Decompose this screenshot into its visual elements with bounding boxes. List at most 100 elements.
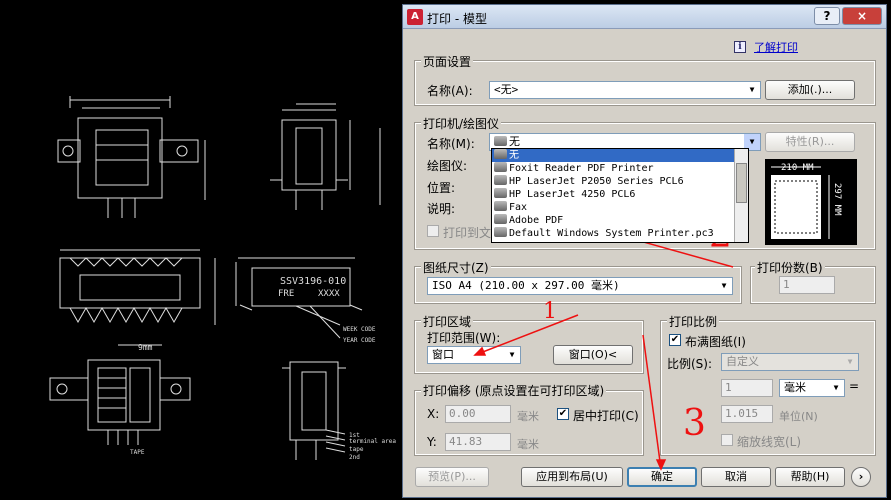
properties-button[interactable]: 特性(R)... <box>765 132 855 152</box>
list-item[interactable]: Foxit Reader PDF Printer <box>492 162 748 175</box>
print-dialog: A 打印 - 模型 ? × i 了解打印 页面设置 名称(A): <无> ▼ 添加… <box>402 4 887 498</box>
x-offset-input[interactable]: 0.00 <box>445 405 511 423</box>
printer-icon <box>494 136 507 146</box>
svg-text:tape: tape <box>349 446 364 453</box>
printer-icon <box>494 175 507 185</box>
svg-text:XXXX: XXXX <box>318 289 340 299</box>
svg-text:terminal area: terminal area <box>349 438 396 445</box>
svg-text:9mm: 9mm <box>138 343 153 352</box>
copies-spinner[interactable]: 1 <box>779 276 835 294</box>
chevron-down-icon: ▼ <box>721 281 727 290</box>
cad-part-number: SSV3196-010 <box>280 276 346 287</box>
scale-lineweights-checkbox[interactable] <box>721 434 733 446</box>
title-bar: A 打印 - 模型 ? × <box>403 5 886 29</box>
plot-offset-label: 打印偏移 (原点设置在可打印区域) <box>421 382 607 399</box>
chevron-down-icon: ▼ <box>749 85 755 94</box>
scale-value1-input[interactable]: 1 <box>721 379 773 397</box>
list-item[interactable]: Adobe PDF <box>492 214 748 227</box>
apply-to-layout-button[interactable]: 应用到布局(U) <box>521 467 623 487</box>
printer-icon <box>494 214 507 224</box>
window-title: 打印 - 模型 <box>427 12 487 26</box>
printer-value: 无 <box>509 135 520 148</box>
plotter-icon <box>494 227 507 237</box>
scroll-thumb[interactable] <box>736 163 747 203</box>
page-setup-name-label: 名称(A): <box>427 84 473 98</box>
unit-value: 毫米 <box>784 381 806 394</box>
add-button[interactable]: 添加(.)... <box>765 80 855 100</box>
ok-button[interactable]: 确定 <box>627 467 697 487</box>
more-options-icon[interactable]: › <box>851 467 871 487</box>
fit-to-paper-label: 布满图纸(I) <box>685 335 746 349</box>
annotation-3: 3 <box>683 403 706 444</box>
printer-name-label: 名称(M): <box>427 137 475 151</box>
scale-lineweights-label: 缩放线宽(L) <box>737 435 802 449</box>
plot-area-label: 打印区域 <box>421 313 474 330</box>
info-icon: i <box>734 41 746 53</box>
printer-label: 打印机/绘图仪 <box>421 115 502 132</box>
center-plot-label: 居中打印(C) <box>573 409 639 423</box>
help-icon[interactable]: ? <box>814 7 840 25</box>
svg-text:297 MM: 297 MM <box>832 183 842 216</box>
printer-icon <box>494 149 507 159</box>
list-item[interactable]: Fax <box>492 201 748 214</box>
unit-combo[interactable]: 毫米 ▼ <box>779 379 845 397</box>
plotter-label: 绘图仪: <box>427 159 468 173</box>
help-button[interactable]: 帮助(H) <box>775 467 845 487</box>
y-label: Y: <box>427 435 437 449</box>
y-unit: 毫米 <box>517 438 539 451</box>
x-unit: 毫米 <box>517 410 539 423</box>
svg-text:TAPE: TAPE <box>130 449 145 456</box>
scale-label: 比例(S): <box>667 357 713 371</box>
y-offset-input[interactable]: 41.83 <box>445 433 511 451</box>
location-label: 位置: <box>427 181 456 195</box>
window-button[interactable]: 窗口(O)< <box>553 345 633 365</box>
paper-size-label: 图纸尺寸(Z) <box>421 259 491 276</box>
cancel-button[interactable]: 取消 <box>701 467 771 487</box>
svg-text:WEEK CODE: WEEK CODE <box>343 326 376 333</box>
scale-combo[interactable]: 自定义 ▼ <box>721 353 859 371</box>
page-setup-value: <无> <box>494 83 519 96</box>
plot-scale-label: 打印比例 <box>667 313 720 330</box>
cad-drawing-canvas: SSV3196-010 FRE XXXX WEEK CODE YEAR CODE… <box>49 96 396 461</box>
annotation-1: 1 <box>543 299 557 324</box>
dropdown-scrollbar[interactable] <box>734 149 748 242</box>
x-label: X: <box>427 407 440 421</box>
chevron-down-icon: ▼ <box>509 350 515 359</box>
chevron-down-icon: ▼ <box>847 357 853 366</box>
list-item[interactable]: 无 <box>492 149 748 162</box>
unit-label: 单位(N) <box>779 410 818 423</box>
svg-text:FRE: FRE <box>278 289 294 299</box>
paper-size-value: ISO A4 (210.00 x 297.00 毫米) <box>432 279 620 292</box>
print-to-file-checkbox[interactable] <box>427 225 439 237</box>
autocad-icon: A <box>407 9 423 25</box>
printer-icon <box>494 162 507 172</box>
preview-button[interactable]: 预览(P)... <box>415 467 489 487</box>
plot-range-value: 窗口 <box>432 348 454 361</box>
paper-size-combo[interactable]: ISO A4 (210.00 x 297.00 毫米) ▼ <box>427 277 733 295</box>
learn-printing-link[interactable]: 了解打印 <box>754 39 798 55</box>
fax-icon <box>494 201 507 211</box>
fit-to-paper-checkbox[interactable]: ✔ <box>669 334 681 346</box>
list-item[interactable]: Default Windows System Printer.pc3 <box>492 227 748 240</box>
scale-value2-input[interactable]: 1.015 <box>721 405 773 423</box>
center-plot-checkbox[interactable]: ✔ <box>557 408 569 420</box>
list-item[interactable]: HP LaserJet P2050 Series PCL6 <box>492 175 748 188</box>
equals-sign: = <box>849 379 860 393</box>
svg-text:2nd: 2nd <box>349 454 360 461</box>
svg-text:YEAR CODE: YEAR CODE <box>343 337 376 344</box>
description-label: 说明: <box>427 202 456 216</box>
plot-range-label: 打印范围(W): <box>427 331 501 345</box>
printer-icon <box>494 188 507 198</box>
printer-dropdown-list: 无 Foxit Reader PDF Printer HP LaserJet P… <box>491 148 749 243</box>
plot-range-combo[interactable]: 窗口 ▼ <box>427 346 521 364</box>
paper-preview: 210 MM 297 MM <box>765 159 857 245</box>
page-setup-label: 页面设置 <box>421 53 474 70</box>
close-icon[interactable]: × <box>842 7 882 25</box>
scale-value: 自定义 <box>726 355 759 368</box>
page-setup-combo[interactable]: <无> ▼ <box>489 81 761 99</box>
svg-text:210 MM: 210 MM <box>781 163 814 173</box>
chevron-down-icon: ▼ <box>833 383 839 392</box>
copies-label: 打印份数(B) <box>755 259 825 276</box>
list-item[interactable]: HP LaserJet 4250 PCL6 <box>492 188 748 201</box>
print-to-file-label: 打印到文 <box>443 226 492 240</box>
